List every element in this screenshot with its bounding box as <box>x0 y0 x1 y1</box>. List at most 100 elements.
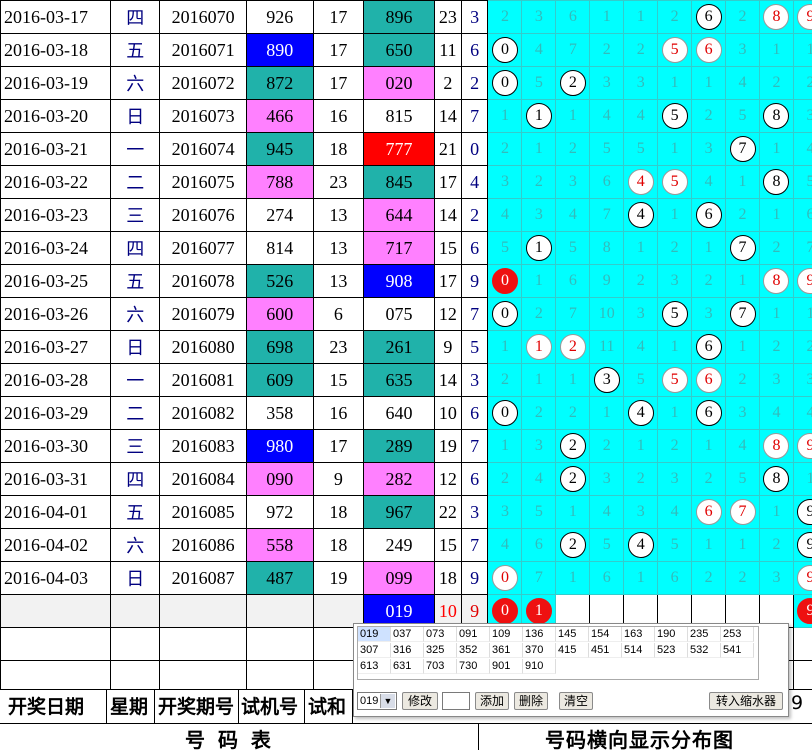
dist-cell: 4 <box>590 496 624 529</box>
dist-cell: 4 <box>624 166 658 199</box>
draw-number-cell: 020 <box>364 67 435 100</box>
dist-cell: 3 <box>726 397 760 430</box>
table-row: 2016-03-17四2016070926178962332361126289 <box>1 1 812 34</box>
test-number-cell: 466 <box>246 100 313 133</box>
date-cell: 2016-03-22 <box>1 166 111 199</box>
dist-cell: 3 <box>793 364 812 397</box>
number-option[interactable]: 631 <box>391 659 424 674</box>
test-number-cell: 814 <box>246 232 313 265</box>
draw-sum-cell: 17 <box>435 166 462 199</box>
dist-cell: 1 <box>522 232 556 265</box>
draw-sum-cell: 12 <box>435 463 462 496</box>
dist-cell: 7 <box>726 133 760 166</box>
number-option[interactable]: 190 <box>655 627 688 642</box>
dist-cell: 2 <box>692 562 726 595</box>
date-cell: 2016-04-02 <box>1 529 111 562</box>
number-option[interactable]: 019 <box>358 627 391 642</box>
dist-cell: 1 <box>759 298 793 331</box>
number-option[interactable]: 091 <box>457 627 490 642</box>
table-body: 2016-03-17四20160709261789623323611262892… <box>1 1 812 691</box>
number-option[interactable]: 541 <box>721 643 754 658</box>
number-option[interactable]: 253 <box>721 627 754 642</box>
test-number-cell: 090 <box>246 463 313 496</box>
number-option[interactable]: 370 <box>523 643 556 658</box>
dist-cell: 4 <box>522 463 556 496</box>
empty-cell <box>246 661 313 691</box>
number-option[interactable]: 523 <box>655 643 688 658</box>
draw-sum-cell: 2 <box>435 67 462 100</box>
weekday-cell: 日 <box>111 562 160 595</box>
number-option[interactable]: 316 <box>391 643 424 658</box>
empty-cell <box>160 595 246 628</box>
dist-cell: 4 <box>590 100 624 133</box>
number-option[interactable]: 910 <box>523 659 556 674</box>
table-row: 2016-04-03日2016087487190991890716162239 <box>1 562 812 595</box>
dist-cell: 5 <box>522 496 556 529</box>
number-option[interactable]: 163 <box>622 627 655 642</box>
number-ball: 0 <box>492 301 518 327</box>
dist-cell: 8 <box>759 463 793 496</box>
number-ball: 8 <box>763 466 789 492</box>
dist-cell: 6 <box>522 529 556 562</box>
dist-cell: 3 <box>590 463 624 496</box>
dist-cell: 8 <box>759 430 793 463</box>
number-option[interactable]: 109 <box>490 627 523 642</box>
draw-tail-cell: 7 <box>461 529 488 562</box>
dist-cell: 4 <box>692 166 726 199</box>
number-option[interactable]: 136 <box>523 627 556 642</box>
dist-cell: 8 <box>759 166 793 199</box>
number-option[interactable]: 037 <box>391 627 424 642</box>
number-option[interactable]: 325 <box>424 643 457 658</box>
dist-cell: 9 <box>793 430 812 463</box>
number-option[interactable]: 145 <box>556 627 589 642</box>
number-option[interactable]: 361 <box>490 643 523 658</box>
dist-cell: 2 <box>556 529 590 562</box>
dist-cell: 5 <box>624 133 658 166</box>
number-option[interactable]: 307 <box>358 643 391 658</box>
number-ball: 7 <box>730 136 756 162</box>
test-number-cell: 890 <box>246 34 313 67</box>
dist-cell: 1 <box>658 67 692 100</box>
number-option[interactable]: 613 <box>358 659 391 674</box>
dist-cell: 2 <box>488 364 522 397</box>
number-option[interactable]: 451 <box>589 643 622 658</box>
number-option[interactable]: 532 <box>688 643 721 658</box>
number-option[interactable]: 514 <box>622 643 655 658</box>
number-list[interactable]: 0190370730911091361451541631902352533073… <box>357 626 759 680</box>
dist-cell: 3 <box>590 364 624 397</box>
dist-cell: 2 <box>793 67 812 100</box>
issue-cell: 2016071 <box>160 34 246 67</box>
weekday-cell: 三 <box>111 430 160 463</box>
number-option[interactable]: 235 <box>688 627 721 642</box>
number-option[interactable]: 415 <box>556 643 589 658</box>
draw-tail-cell: 3 <box>461 1 488 34</box>
dist-cell: 1 <box>624 232 658 265</box>
dist-cell: 1 <box>556 364 590 397</box>
weekday-cell: 六 <box>111 529 160 562</box>
number-option[interactable]: 730 <box>457 659 490 674</box>
dist-cell: 2 <box>556 463 590 496</box>
dist-cell: 7 <box>726 232 760 265</box>
number-option[interactable]: 073 <box>424 627 457 642</box>
test-number-cell: 358 <box>246 397 313 430</box>
dist-cell: 3 <box>488 496 522 529</box>
issue-cell: 2016072 <box>160 67 246 100</box>
dist-cell: 2 <box>624 34 658 67</box>
number-ball: 4 <box>628 202 654 228</box>
number-option[interactable]: 154 <box>589 627 622 642</box>
date-cell: 2016-03-27 <box>1 331 111 364</box>
number-option[interactable]: 703 <box>424 659 457 674</box>
dist-cell: 4 <box>624 529 658 562</box>
weekday-cell: 四 <box>111 1 160 34</box>
number-ball: 2 <box>560 433 586 459</box>
issue-cell: 2016073 <box>160 100 246 133</box>
table-row: 2016-03-22二2016075788238451743236454185 <box>1 166 812 199</box>
number-option[interactable]: 901 <box>490 659 523 674</box>
number-ball: 5 <box>662 367 688 393</box>
date-cell: 2016-03-21 <box>1 133 111 166</box>
test-sum-cell: 13 <box>313 199 363 232</box>
dist-cell: 1 <box>522 364 556 397</box>
dist-cell: 1 <box>692 232 726 265</box>
number-option[interactable]: 352 <box>457 643 490 658</box>
draw-sum-cell: 17 <box>435 265 462 298</box>
